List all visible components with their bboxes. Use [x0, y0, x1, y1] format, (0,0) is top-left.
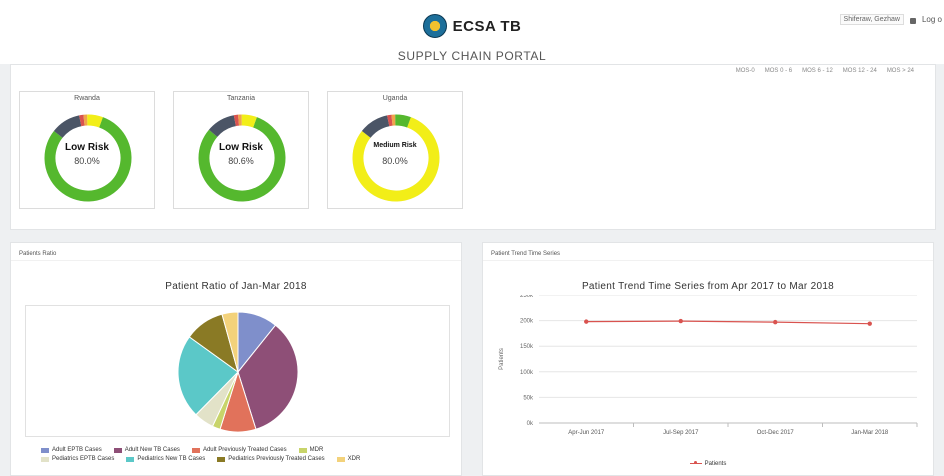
stock-risk-panel: Rwanda Low Risk 80.0% Tanzania Low Risk … — [10, 64, 936, 230]
legend-swatch — [113, 447, 122, 453]
legend-item[interactable]: MDR — [298, 447, 324, 453]
x-tick-label: Oct-Dec 2017 — [757, 430, 795, 436]
legend-label: MDR — [309, 447, 324, 453]
gauge-risk-label: Medium Risk — [373, 142, 417, 149]
line-chart: 0k 50k 100k 150k 200k 250k Patients Apr-Jun 201… — [499, 295, 918, 436]
pie-chart-frame — [25, 305, 450, 437]
pie-chart-title: Patient Ratio of Jan-Mar 2018 — [165, 281, 307, 292]
mos-legend: MOS-0 MOS 0 - 6 MOS 6 - 12 MOS 12 - 24 M… — [736, 68, 914, 74]
legend-label: Pediatrics EPTB Cases — [52, 456, 115, 462]
app-header: ECSA TB SUPPLY CHAIN PORTAL Shiferaw, Ge… — [0, 0, 944, 64]
y-tick-label: 0k — [527, 421, 534, 427]
legend-item[interactable]: Adult New TB Cases — [113, 447, 180, 453]
data-point[interactable] — [584, 319, 589, 324]
data-point[interactable] — [678, 318, 683, 324]
legend-item[interactable]: Pediatrics EPTB Cases — [41, 456, 114, 462]
legend-label: Pediatrics New TB Cases — [137, 456, 206, 462]
user-area: Shiferaw, Gezhaw Log o — [839, 14, 942, 25]
gauge-card-uganda[interactable]: Uganda Medium Risk 80.0% — [327, 91, 463, 209]
mos-legend-item: MOS 12 - 24 — [842, 68, 877, 74]
pie-chart — [177, 311, 299, 433]
legend-label: Pediatrics Previously Treated Cases — [228, 456, 325, 462]
app-title: ECSA TB — [452, 17, 522, 35]
series-line — [586, 320, 870, 325]
legend-label: XDR — [347, 456, 361, 462]
legend-label: Adult New TB Cases — [124, 447, 180, 453]
y-tick-label: 50k — [523, 395, 534, 401]
legend-swatch — [126, 456, 135, 462]
panel-title: Patient Trend Time Series — [483, 243, 933, 261]
x-tick-label: Jan-Mar 2018 — [851, 430, 889, 436]
legend-item[interactable]: Pediatrics New TB Cases — [126, 456, 205, 462]
pie-legend: Adult EPTB Cases Adult New TB Cases Adul… — [41, 447, 461, 465]
user-name[interactable]: Shiferaw, Gezhaw — [839, 14, 904, 25]
gauge-card-rwanda[interactable]: Rwanda Low Risk 80.0% — [19, 91, 155, 209]
ecsa-logo-icon — [422, 14, 447, 38]
lock-icon — [909, 17, 916, 24]
legend-item[interactable]: Adult Previously Treated Cases — [191, 447, 287, 453]
legend-swatch — [191, 447, 200, 453]
legend-item[interactable]: Pediatrics Previously Treated Cases — [217, 456, 325, 462]
mos-legend-item: MOS > 24 — [886, 68, 914, 74]
gauge-country: Uganda — [382, 95, 408, 102]
y-axis-label: Patients — [499, 348, 505, 370]
gauge-percent: 80.0% — [382, 156, 408, 166]
legend-item[interactable]: Adult EPTB Cases — [41, 447, 102, 453]
x-tick-label: Apr-Jun 2017 — [568, 430, 605, 436]
legend-marker-icon — [689, 461, 702, 465]
patient-trend-panel: Patient Trend Time Series Patient Trend … — [482, 242, 934, 476]
patients-ratio-panel: Patients Ratio Patient Ratio of Jan-Mar … — [10, 242, 462, 476]
gauge-percent: 80.6% — [228, 156, 254, 166]
panel-title: Patients Ratio — [11, 243, 461, 261]
legend-swatch — [336, 456, 345, 462]
gauge-country: Tanzania — [226, 95, 256, 102]
legend-swatch — [41, 447, 49, 453]
gauge-risk-label: Low Risk — [219, 142, 263, 153]
brand: ECSA TB SUPPLY CHAIN PORTAL — [0, 14, 944, 63]
line-legend[interactable]: Patients — [483, 461, 933, 467]
app-subtitle: SUPPLY CHAIN PORTAL — [397, 49, 547, 63]
legend-swatch — [217, 456, 226, 462]
x-tick-label: Jul-Sep 2017 — [663, 430, 699, 436]
mos-legend-item: MOS-0 — [735, 68, 755, 74]
data-point[interactable] — [773, 319, 778, 325]
legend-item[interactable]: XDR — [336, 456, 361, 462]
gauge-card-tanzania[interactable]: Tanzania Low Risk 80.6% — [173, 91, 309, 209]
mos-legend-item: MOS 6 - 12 — [802, 68, 833, 74]
y-tick-label: 100k — [520, 370, 534, 376]
data-point[interactable] — [867, 321, 872, 326]
legend-label: Patients — [704, 461, 727, 467]
logout-link[interactable]: Log o — [922, 15, 942, 24]
y-tick-label: 250k — [520, 295, 534, 299]
legend-swatch — [41, 456, 49, 462]
gauge-percent: 80.0% — [74, 156, 100, 166]
mos-legend-item: MOS 0 - 6 — [764, 68, 793, 74]
legend-swatch — [298, 447, 307, 453]
y-tick-label: 200k — [520, 319, 534, 325]
y-tick-label: 150k — [520, 344, 534, 350]
line-chart-title: Patient Trend Time Series from Apr 2017 … — [581, 281, 835, 292]
gauge-risk-label: Low Risk — [65, 142, 109, 153]
legend-label: Adult EPTB Cases — [52, 447, 102, 453]
legend-label: Adult Previously Treated Cases — [202, 447, 287, 453]
gauge-country: Rwanda — [74, 95, 100, 102]
